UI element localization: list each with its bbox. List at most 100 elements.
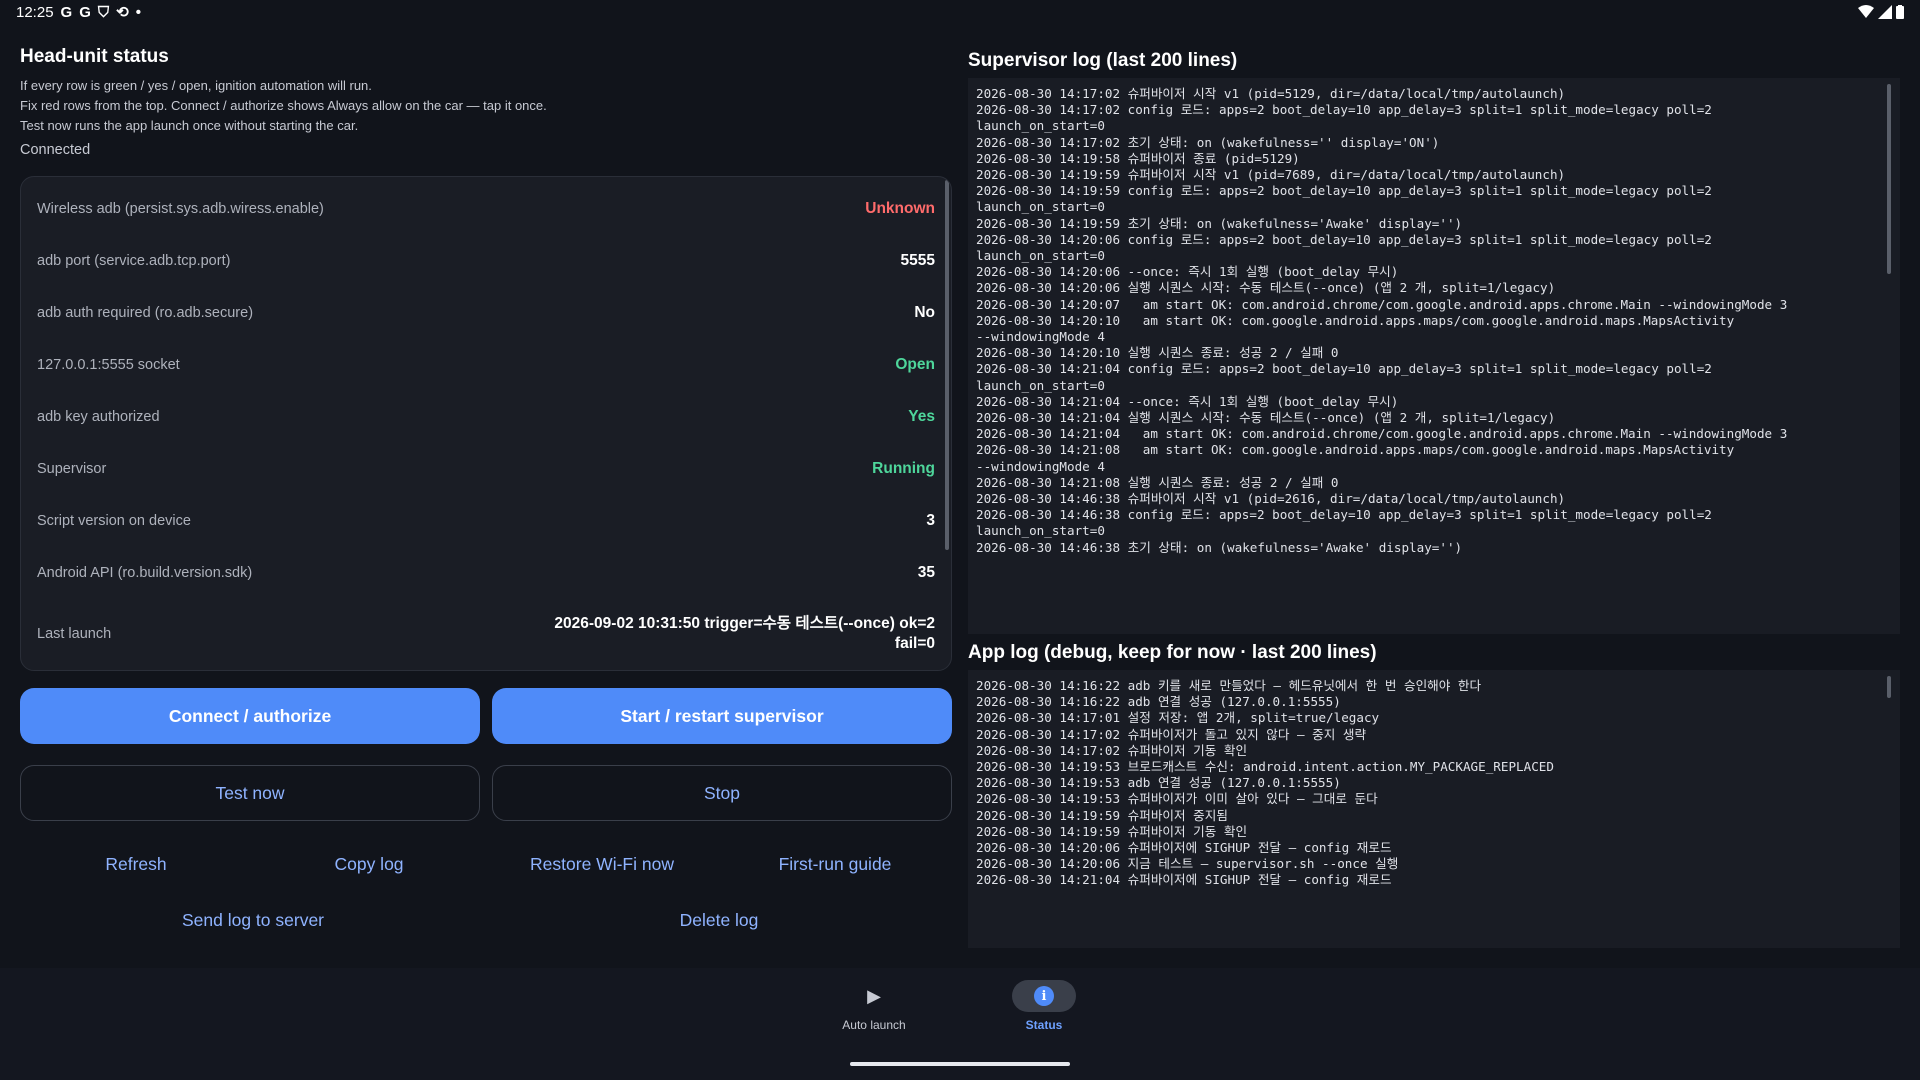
log-line: --windowingMode 4 bbox=[976, 329, 1105, 345]
delete-log-button[interactable]: Delete log bbox=[680, 910, 759, 931]
log-line: 2026-08-30 14:21:04 am start OK: com.and… bbox=[976, 426, 1788, 442]
log-line: 2026-08-30 14:20:10 실행 시퀀스 종료: 성공 2 / 실패… bbox=[976, 345, 1339, 361]
status-row-android-api: Android API (ro.build.version.sdk) 35 bbox=[21, 555, 951, 591]
scrollbar[interactable] bbox=[1887, 676, 1891, 698]
app-log-title: App log (debug, keep for now · last 200 … bbox=[968, 642, 1377, 663]
log-line: 2026-08-30 14:21:04 config 로드: apps=2 bo… bbox=[976, 361, 1712, 377]
log-line: 2026-08-30 14:19:59 config 로드: apps=2 bo… bbox=[976, 183, 1712, 199]
status-row-last-launch: Last launch 2026-09-02 10:31:50 trigger=… bbox=[21, 607, 951, 661]
log-line: 2026-08-30 14:16:22 adb 키를 새로 만들었다 — 헤드유… bbox=[976, 678, 1482, 693]
description-line: If every row is green / yes / open, igni… bbox=[20, 78, 372, 93]
log-line: 2026-08-30 14:17:02 초기 상태: on (wakefulne… bbox=[976, 134, 1440, 150]
log-line: 2026-08-30 14:20:06 지금 테스트 — supervisor.… bbox=[976, 856, 1399, 872]
scrollbar[interactable] bbox=[945, 180, 949, 550]
app-log[interactable]: 2026-08-30 14:16:22 adb 키를 새로 만들었다 — 헤드유… bbox=[968, 670, 1900, 948]
log-line: 2026-08-30 14:19:59 슈퍼바이저 기동 확인 bbox=[976, 823, 1248, 839]
nav-label: Auto launch bbox=[842, 1018, 906, 1032]
clock: 12:25 bbox=[16, 3, 54, 21]
log-line: launch_on_start=0 bbox=[976, 248, 1105, 264]
log-line: 2026-08-30 14:17:02 슈퍼바이저가 돌고 있지 않다 — 중지… bbox=[976, 726, 1367, 742]
row-value: 5555 bbox=[900, 252, 935, 269]
log-line: launch_on_start=0 bbox=[976, 199, 1105, 215]
description-line: Fix red rows from the top. Connect / aut… bbox=[20, 98, 547, 113]
log-line: 2026-08-30 14:19:59 초기 상태: on (wakefulne… bbox=[976, 215, 1463, 231]
log-line: 2026-08-30 14:19:53 슈퍼바이저가 이미 살아 있다 — 그대… bbox=[976, 791, 1378, 807]
start-supervisor-button[interactable]: Start / restart supervisor bbox=[492, 688, 952, 744]
signal-icon bbox=[1878, 5, 1892, 19]
row-value: Running bbox=[872, 460, 935, 477]
description-line: Test now runs the app launch once withou… bbox=[20, 118, 359, 133]
log-line: 2026-08-30 14:46:38 config 로드: apps=2 bo… bbox=[976, 507, 1712, 523]
row-value: 35 bbox=[917, 564, 935, 581]
status-header: Head-unit status If every row is green /… bbox=[20, 46, 952, 158]
log-line: 2026-08-30 14:16:22 adb 연결 성공 (127.0.0.1… bbox=[976, 694, 1341, 710]
log-line: 2026-08-30 14:46:38 슈퍼바이저 시작 v1 (pid=261… bbox=[976, 491, 1566, 507]
log-line: 2026-08-30 14:46:38 초기 상태: on (wakefulne… bbox=[976, 539, 1463, 555]
status-row-wireless-adb: Wireless adb (persist.sys.adb.wiress.ena… bbox=[21, 191, 951, 227]
row-label: Last launch bbox=[37, 626, 112, 642]
log-line: 2026-08-30 14:17:02 슈퍼바이저 기동 확인 bbox=[976, 742, 1248, 758]
log-line: launch_on_start=0 bbox=[976, 377, 1105, 393]
log-line: 2026-08-30 14:20:06 config 로드: apps=2 bo… bbox=[976, 231, 1712, 247]
test-now-button[interactable]: Test now bbox=[20, 765, 480, 821]
log-line: 2026-08-30 14:20:07 am start OK: com.and… bbox=[976, 296, 1788, 312]
log-line: --windowingMode 4 bbox=[976, 458, 1105, 474]
log-line: 2026-08-30 14:17:01 설정 저장: 앱 2개, split=t… bbox=[976, 710, 1380, 726]
log-line: 2026-08-30 14:20:06 실행 시퀀스 시작: 수동 테스트(--… bbox=[976, 280, 1556, 296]
log-line: 2026-08-30 14:21:04 실행 시퀀스 시작: 수동 테스트(--… bbox=[976, 410, 1556, 426]
log-line: 2026-08-30 14:17:02 config 로드: apps=2 bo… bbox=[976, 102, 1712, 118]
status-row-socket: 127.0.0.1:5555 socket Open bbox=[21, 347, 951, 383]
log-line: launch_on_start=0 bbox=[976, 523, 1105, 539]
first-run-guide-button[interactable]: First-run guide bbox=[779, 854, 892, 875]
log-line: 2026-08-30 14:19:53 adb 연결 성공 (127.0.0.1… bbox=[976, 775, 1341, 791]
connect-authorize-button[interactable]: Connect / authorize bbox=[20, 688, 480, 744]
system-status-bar: 12:25 G G ⛉ ⟲ • bbox=[0, 0, 1920, 24]
home-indicator[interactable] bbox=[850, 1062, 1070, 1066]
log-line: 2026-08-30 14:20:06 슈퍼바이저에 SIGHUP 전달 — c… bbox=[976, 840, 1392, 856]
row-label: adb auth required (ro.adb.secure) bbox=[37, 305, 254, 321]
row-label: adb key authorized bbox=[37, 409, 160, 425]
nav-icon-container: ▶︎ bbox=[842, 980, 906, 1012]
app-log-lines: 2026-08-30 14:16:22 adb 키를 새로 만들었다 — 헤드유… bbox=[976, 678, 1892, 889]
nav-item-status[interactable]: i Status bbox=[984, 980, 1104, 1032]
refresh-button[interactable]: Refresh bbox=[105, 854, 166, 875]
supervisor-log[interactable]: 2026-08-30 14:17:02 슈퍼바이저 시작 v1 (pid=512… bbox=[968, 78, 1900, 634]
log-line: launch_on_start=0 bbox=[976, 118, 1105, 134]
page-title: Head-unit status bbox=[20, 46, 169, 67]
nav-item-auto-launch[interactable]: ▶︎ Auto launch bbox=[814, 980, 934, 1033]
supervisor-log-title: Supervisor log (last 200 lines) bbox=[968, 50, 1238, 71]
log-line: 2026-08-30 14:20:06 --once: 즉시 1회 실행 (bo… bbox=[976, 264, 1399, 280]
log-line: 2026-08-30 14:19:53 브로드캐스트 수신: android.i… bbox=[976, 759, 1554, 775]
row-value: Unknown bbox=[865, 200, 935, 217]
row-value: Open bbox=[895, 356, 935, 373]
log-line: 2026-08-30 14:19:59 슈퍼바이저 중지됨 bbox=[976, 807, 1228, 823]
scrollbar[interactable] bbox=[1887, 84, 1891, 274]
log-line: 2026-08-30 14:20:10 am start OK: com.goo… bbox=[976, 312, 1735, 328]
send-log-button[interactable]: Send log to server bbox=[182, 910, 324, 931]
status-row-adb-port: adb port (service.adb.tcp.port) 5555 bbox=[21, 243, 951, 279]
row-label: Supervisor bbox=[37, 461, 107, 477]
last-launch-value-line: 2026-09-02 10:31:50 trigger=수동 테스트(--onc… bbox=[554, 615, 935, 632]
stop-button[interactable]: Stop bbox=[492, 765, 952, 821]
log-line: 2026-08-30 14:19:59 슈퍼바이저 시작 v1 (pid=768… bbox=[976, 167, 1566, 183]
status-list[interactable]: Wireless adb (persist.sys.adb.wiress.ena… bbox=[20, 176, 952, 671]
log-line: 2026-08-30 14:21:08 am start OK: com.goo… bbox=[976, 442, 1735, 458]
row-label: Wireless adb (persist.sys.adb.wiress.ena… bbox=[37, 201, 324, 217]
play-icon: ▶︎ bbox=[867, 985, 881, 1006]
copy-log-button[interactable]: Copy log bbox=[334, 854, 403, 875]
nav-label: Status bbox=[1025, 1018, 1063, 1032]
google-icon: G bbox=[60, 3, 73, 21]
supervisor-log-lines: 2026-08-30 14:17:02 슈퍼바이저 시작 v1 (pid=512… bbox=[976, 86, 1892, 556]
last-launch-value-line: fail=0 bbox=[894, 635, 935, 652]
nav-icon-container: i bbox=[1012, 980, 1076, 1012]
restore-wifi-button[interactable]: Restore Wi-Fi now bbox=[530, 854, 674, 875]
sync-icon: ⟲ bbox=[116, 4, 129, 21]
row-label: Android API (ro.build.version.sdk) bbox=[37, 565, 253, 581]
dot-icon: • bbox=[135, 3, 141, 21]
status-row-adb-key: adb key authorized Yes bbox=[21, 399, 951, 435]
row-label: 127.0.0.1:5555 socket bbox=[37, 357, 180, 373]
shield-icon: ⛉ bbox=[97, 3, 110, 21]
battery-icon bbox=[1896, 5, 1904, 19]
status-row-adb-auth: adb auth required (ro.adb.secure) No bbox=[21, 295, 951, 331]
log-line: 2026-08-30 14:19:58 슈퍼바이저 종료 (pid=5129) bbox=[976, 150, 1300, 166]
